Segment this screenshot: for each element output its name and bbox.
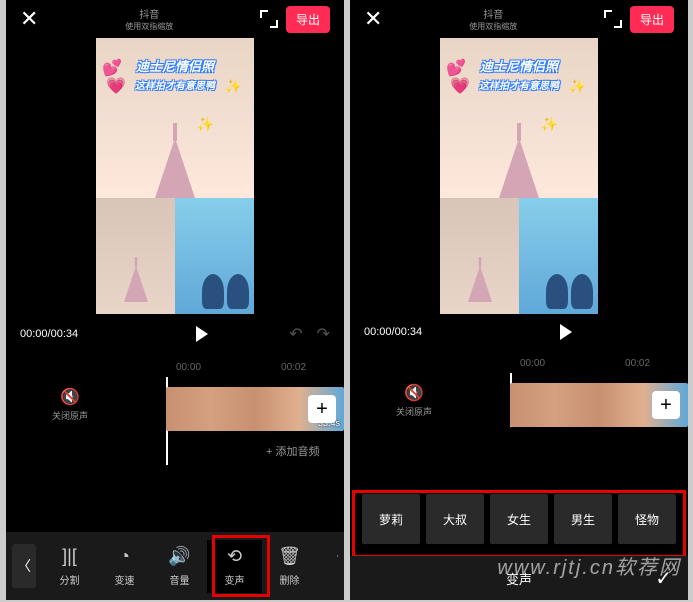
header-title: 抖音 使用双指缩放 xyxy=(382,6,604,32)
tool-delete[interactable]: 🗑 删除 xyxy=(262,540,317,593)
video-preview[interactable]: 迪士尼情侣照 这样拍才有意思鸭 💕 💗 ✨ ✨ xyxy=(350,38,688,314)
back-button[interactable]: 〈 xyxy=(12,544,36,588)
split-icon: ]|[ xyxy=(42,546,97,568)
more-icon: ⋯ xyxy=(317,546,338,568)
time-display: 00:00/00:34 xyxy=(20,328,78,340)
mute-toggle[interactable]: 🔇 关闭原声 xyxy=(390,383,438,418)
redo-icon[interactable]: ↷ xyxy=(317,324,330,344)
watermark: www.rjtj.cn软荐网 xyxy=(497,551,681,580)
sparkle-icon: ✨ xyxy=(225,78,242,95)
add-audio-button[interactable]: + 添加音频 xyxy=(266,437,344,465)
header-title: 抖音 使用双指缩放 xyxy=(38,6,260,32)
tool-speed[interactable]: ◔ 变速 xyxy=(97,540,152,593)
fullscreen-icon[interactable] xyxy=(604,10,622,28)
close-icon[interactable]: ✕ xyxy=(364,6,382,32)
speaker-off-icon: 🔇 xyxy=(390,383,438,403)
export-button[interactable]: 导出 xyxy=(286,6,330,33)
heart-icon: 💕 xyxy=(102,58,122,78)
heart-icon: 💗 xyxy=(106,76,126,96)
sparkle-icon: ✨ xyxy=(197,116,214,133)
close-icon[interactable]: ✕ xyxy=(20,6,38,32)
play-button[interactable] xyxy=(196,326,208,342)
undo-icon[interactable]: ↶ xyxy=(289,324,302,344)
time-display: 00:00/00:34 xyxy=(364,326,422,338)
tool-split[interactable]: ]|[ 分割 xyxy=(42,540,97,593)
sparkle-icon: ✨ xyxy=(569,78,586,95)
speaker-off-icon: 🔇 xyxy=(46,387,94,407)
tool-volume[interactable]: 🔊 音量 xyxy=(152,540,207,593)
sparkle-icon: ✨ xyxy=(541,116,558,133)
fullscreen-icon[interactable] xyxy=(260,10,278,28)
time-ruler: 00:00 00:02 xyxy=(350,358,688,369)
video-preview[interactable]: 迪士尼情侣照 这样拍才有意思鸭 💕 💗 ✨ ✨ xyxy=(6,38,344,314)
time-ruler: 00:00 00:02 xyxy=(6,362,344,373)
speed-icon: ◔ xyxy=(97,546,152,568)
add-clip-button[interactable]: + xyxy=(652,391,680,419)
tool-more[interactable]: ⋯ 降 xyxy=(317,540,338,593)
volume-icon: 🔊 xyxy=(152,546,207,568)
add-clip-button[interactable]: + xyxy=(308,395,336,423)
heart-icon: 💕 xyxy=(446,58,466,78)
mute-toggle[interactable]: 🔇 关闭原声 xyxy=(46,387,94,422)
highlight-voice-options xyxy=(352,490,686,558)
export-button[interactable]: 导出 xyxy=(630,6,674,33)
highlight-voice-tool xyxy=(212,535,270,597)
delete-icon: 🗑 xyxy=(262,546,317,568)
play-button[interactable] xyxy=(560,324,572,340)
heart-icon: 💗 xyxy=(450,76,470,96)
